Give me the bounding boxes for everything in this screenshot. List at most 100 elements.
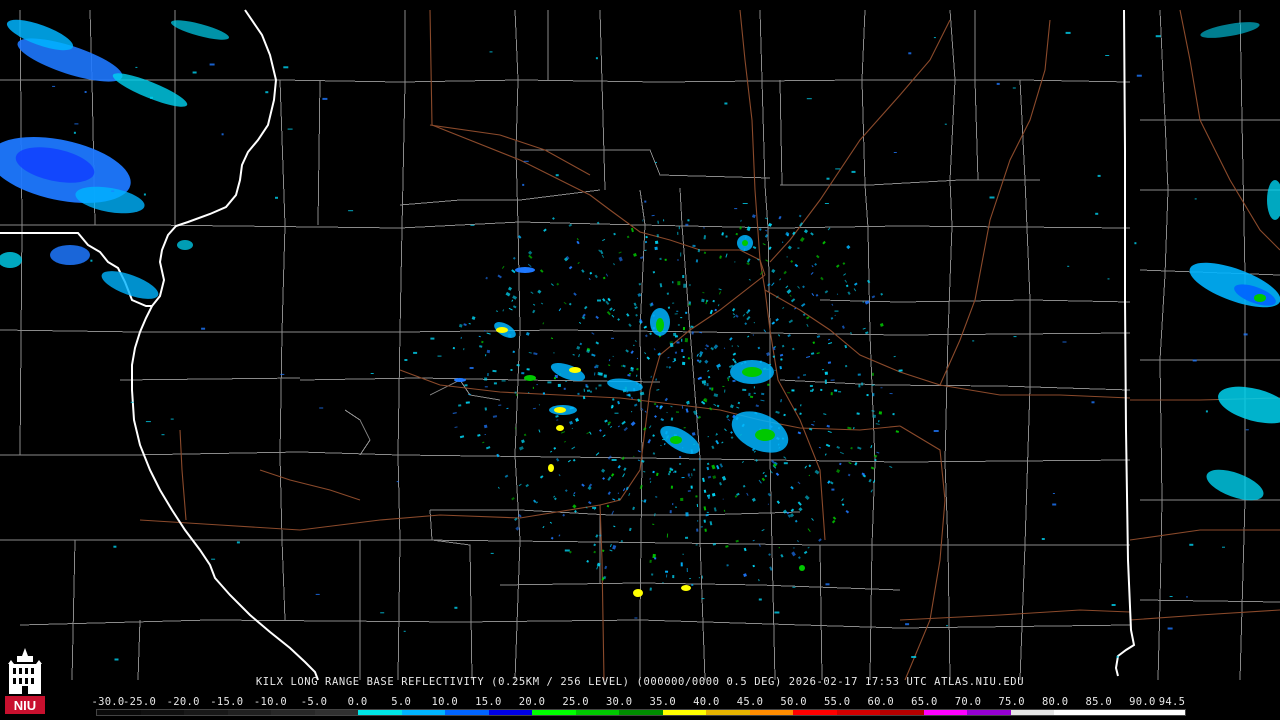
echo-speck	[458, 404, 462, 407]
colorbar-tick-label: 90.0	[1129, 696, 1156, 708]
echo-speck	[664, 570, 669, 573]
echo-speck	[835, 168, 841, 170]
colorbar-swatch	[401, 710, 446, 715]
echo-speck	[682, 275, 685, 279]
echo-speck	[111, 190, 115, 192]
echo-speck	[811, 388, 814, 391]
echo-speck	[73, 131, 76, 134]
echo-speck	[830, 379, 835, 381]
echo-speck	[652, 271, 656, 274]
echo-speck	[673, 471, 675, 473]
echo-speck	[74, 123, 79, 125]
echo-speck	[669, 510, 672, 514]
echo-speck	[679, 463, 682, 465]
echo-speck	[706, 383, 709, 387]
echo-speck	[680, 317, 683, 319]
echo-speck	[703, 251, 707, 254]
echo-speck	[834, 390, 837, 392]
echo-speck	[701, 598, 705, 600]
echo-speck	[758, 598, 762, 601]
echo-speck	[697, 520, 699, 522]
echo-speck	[672, 281, 674, 284]
echo-speck	[236, 541, 240, 544]
echo-speck	[685, 512, 689, 517]
echo-speck	[677, 281, 681, 286]
echo-speck	[651, 573, 654, 576]
colorbar-tick-label: 45.0	[736, 696, 764, 708]
echo-speck	[595, 57, 598, 60]
colorbar-swatch	[358, 710, 402, 715]
echo-speck	[1105, 55, 1110, 56]
echo-speck	[454, 606, 458, 609]
echo-speck	[542, 392, 545, 395]
echo-speck	[469, 367, 474, 369]
colorbar-tick-label: -5.0	[300, 696, 328, 708]
echo-speck	[516, 393, 518, 396]
echo-speck	[831, 488, 835, 491]
echo-speck	[734, 208, 738, 210]
colorbar-tick-label: 85.0	[1085, 696, 1113, 708]
echo-speck	[834, 310, 839, 312]
echo-speck	[851, 170, 856, 173]
colorbar-swatch	[1097, 710, 1142, 715]
echo-speck	[689, 578, 692, 580]
echo-speck	[683, 283, 687, 288]
echo-speck	[489, 51, 493, 53]
echo-speck	[595, 387, 597, 390]
echo-speck	[484, 407, 487, 411]
echo-speck	[319, 407, 324, 409]
echo-speck	[898, 369, 903, 372]
colorbar-swatch	[880, 710, 924, 715]
colorbar-tick-label: 55.0	[823, 696, 851, 708]
echo-speck	[946, 625, 948, 627]
echo-speck	[680, 252, 682, 257]
echo-speck	[501, 380, 506, 382]
colorbar-swatch	[184, 710, 228, 715]
colorbar-tick-label: 35.0	[649, 696, 677, 708]
echo-speck	[678, 226, 680, 230]
echo-speck	[672, 503, 674, 506]
colorbar-tick-label: 94.5	[1158, 696, 1186, 708]
echo-speck	[686, 568, 688, 573]
echo-speck	[690, 485, 693, 489]
echo-speck	[654, 557, 657, 560]
echo-speck	[430, 337, 435, 340]
echo-speck	[677, 258, 679, 261]
echo-speck	[113, 545, 117, 548]
echo-speck	[1189, 543, 1194, 546]
echo-speck	[680, 497, 684, 501]
echo-speck	[685, 223, 689, 226]
echo-speck	[666, 574, 668, 578]
echo-speck	[944, 123, 947, 125]
echo-speck	[528, 392, 530, 394]
echo-speck	[1205, 410, 1208, 413]
colorbar-swatch	[1054, 710, 1098, 715]
colorbar-swatch	[749, 710, 794, 715]
echo-speck	[486, 349, 491, 354]
echo-speck	[911, 656, 917, 658]
echo-speck	[872, 414, 877, 418]
colorbar-tick-label: 5.0	[391, 696, 412, 708]
echo-speck	[724, 102, 728, 105]
echo-speck	[170, 418, 174, 420]
echo-speck	[565, 380, 568, 382]
echo-speck	[672, 302, 675, 304]
echo-speck	[145, 421, 151, 423]
echo-speck	[767, 383, 770, 386]
colorbar-swatch	[532, 710, 576, 715]
colorbar-swatch	[97, 710, 141, 715]
echo-speck	[1194, 198, 1197, 200]
echo-speck	[908, 52, 912, 55]
echo-speck	[709, 387, 712, 390]
colorbar-swatch	[1141, 710, 1185, 715]
echo-speck	[649, 559, 652, 563]
echo-speck	[679, 456, 682, 459]
echo-speck	[797, 376, 800, 379]
echo-speck	[555, 174, 559, 177]
echo-speck	[695, 495, 698, 498]
echo-speck	[806, 98, 812, 100]
echo-speck	[1012, 87, 1016, 89]
echo-speck	[655, 161, 657, 163]
colorbar-swatch	[140, 710, 185, 715]
echo-speck	[130, 401, 134, 403]
